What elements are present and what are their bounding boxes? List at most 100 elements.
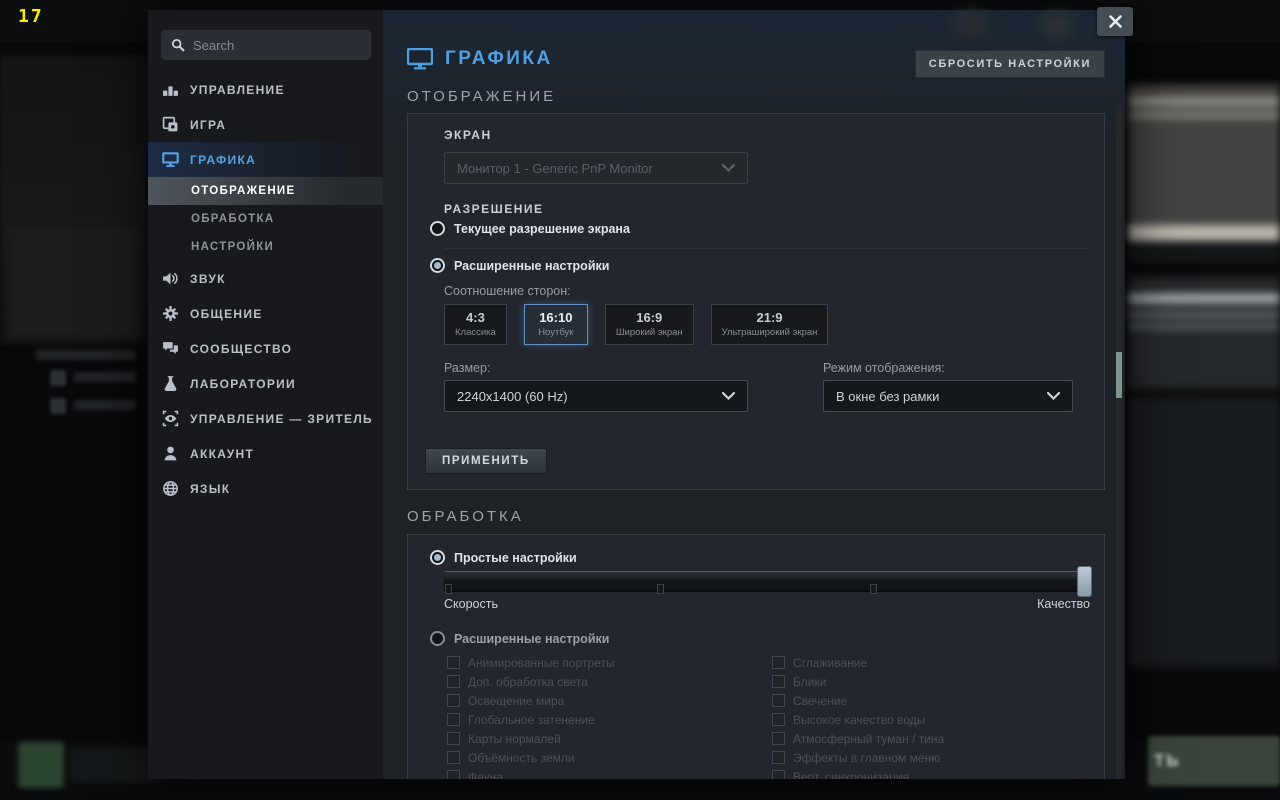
sidebar-item-labs[interactable]: ЛАБОРАТОРИИ xyxy=(148,366,383,401)
aspect-21-9-button[interactable]: 21:9 Ультраширокий экран xyxy=(711,304,829,345)
radio-circle xyxy=(430,550,445,565)
checkbox-specular[interactable]: Блики xyxy=(772,672,944,691)
checkbox-animated-portraits[interactable]: Анимированные портреты xyxy=(447,653,615,672)
apply-button[interactable]: ПРИМЕНИТЬ xyxy=(425,448,547,474)
screen-label: ЭКРАН xyxy=(444,128,492,142)
display-mode-select[interactable]: В окне без рамки xyxy=(823,380,1073,412)
slider-tick xyxy=(445,584,452,594)
sidebar-subitem-label: НАСТРОЙКИ xyxy=(191,241,274,253)
checkbox-box xyxy=(772,675,785,688)
background-hero-card xyxy=(8,228,140,338)
background-list-row xyxy=(74,372,136,382)
chevron-down-icon xyxy=(722,392,735,400)
quality-slider[interactable] xyxy=(444,571,1090,592)
play-button-label: ТЬ xyxy=(1154,751,1181,771)
sidebar-subitem-label: ОТОБРАЖЕНИЕ xyxy=(191,185,295,197)
sidebar-item-game[interactable]: ИГРА xyxy=(148,107,383,142)
search-input[interactable] xyxy=(193,38,369,53)
radio-advanced-settings[interactable]: Расширенные настройки xyxy=(430,631,609,646)
aspect-16-9-button[interactable]: 16:9 Широкий экран xyxy=(605,304,694,345)
checkbox-ground-parallax[interactable]: Объёмность земли xyxy=(447,748,615,767)
background-news-banner xyxy=(1128,225,1280,241)
checkbox-box xyxy=(772,713,785,726)
radio-circle xyxy=(430,631,445,646)
sidebar-subitem-display[interactable]: ОТОБРАЖЕНИЕ xyxy=(148,177,383,205)
sidebar-item-language[interactable]: ЯЗЫК xyxy=(148,471,383,506)
background-news-card xyxy=(1128,85,1280,225)
checkbox-glow[interactable]: Свечение xyxy=(772,691,944,710)
checkbox-high-quality-water[interactable]: Высокое качество воды xyxy=(772,710,944,729)
sidebar-item-label: АККАУНТ xyxy=(190,447,254,461)
sidebar-item-sound[interactable]: ЗВУК xyxy=(148,261,383,296)
background-news-text xyxy=(1128,293,1280,304)
sidebar-item-label: ИГРА xyxy=(190,118,226,132)
checkbox-main-menu-effects[interactable]: Эффекты в главном меню xyxy=(772,748,944,767)
radio-advanced-resolution[interactable]: Расширенные настройки xyxy=(430,258,609,273)
radio-current-resolution[interactable]: Текущее разрешение экрана xyxy=(430,221,630,236)
sidebar-item-spectator-controls[interactable]: УПРАВЛЕНИЕ — ЗРИТЕЛЬ xyxy=(148,401,383,436)
equalizer-blocks-icon xyxy=(162,81,179,98)
chevron-down-icon xyxy=(1047,392,1060,400)
checkbox-additional-lighting[interactable]: Доп. обработка света xyxy=(447,672,615,691)
radio-label: Текущее разрешение экрана xyxy=(454,222,630,236)
display-section-title: ОТОБРАЖЕНИЕ xyxy=(407,88,556,105)
eye-in-brackets-icon xyxy=(162,410,179,427)
play-button-blurred[interactable]: ТЬ xyxy=(1148,736,1280,786)
size-label: Размер: xyxy=(444,361,490,375)
sidebar-item-label: УПРАВЛЕНИЕ xyxy=(190,83,285,97)
close-button[interactable] xyxy=(1097,7,1133,36)
globe-icon xyxy=(162,480,179,497)
screen: 17 ТЬ xyxy=(0,0,1280,800)
checkbox-box xyxy=(447,751,460,764)
size-select[interactable]: 2240x1400 (60 Hz) xyxy=(444,380,748,412)
sidebar-item-label: ЛАБОРАТОРИИ xyxy=(190,377,296,391)
checkbox-box xyxy=(447,675,460,688)
settings-main-panel: ГРАФИКА СБРОСИТЬ НАСТРОЙКИ ОТОБРАЖЕНИЕ Э… xyxy=(383,10,1125,779)
layered-windows-icon xyxy=(162,116,179,133)
checkbox-ambient-occlusion[interactable]: Глобальное затенение xyxy=(447,710,615,729)
monitor-select: Монитор 1 - Generic PnP Monitor xyxy=(444,152,748,184)
radio-circle xyxy=(430,258,445,273)
radio-simple-settings[interactable]: Простые настройки xyxy=(430,550,577,565)
checkbox-atmospheric-fog[interactable]: Атмосферный туман / тина xyxy=(772,729,944,748)
slider-tick xyxy=(657,584,664,594)
sidebar-subitem-label: ОБРАБОТКА xyxy=(191,213,274,225)
slider-labels: Скорость Качество xyxy=(444,597,1090,611)
checkbox-box xyxy=(772,770,785,779)
sidebar-subitem-processing[interactable]: ОБРАБОТКА xyxy=(148,205,383,233)
display-section: ЭКРАН Монитор 1 - Generic PnP Monitor РА… xyxy=(407,113,1105,490)
background-news-text xyxy=(1128,323,1280,330)
aspect-ratio-buttons: 4:3 Классика 16:10 Ноутбук 16:9 Широкий … xyxy=(444,304,828,345)
sidebar-subitem-options[interactable]: НАСТРОЙКИ xyxy=(148,233,383,261)
sidebar-item-account[interactable]: АККАУНТ xyxy=(148,436,383,471)
checkbox-grass[interactable]: Фауна xyxy=(447,767,615,779)
checkbox-world-lighting[interactable]: Освещение мира xyxy=(447,691,615,710)
search-box[interactable] xyxy=(161,30,371,60)
display-mode-value: В окне без рамки xyxy=(836,389,939,404)
sidebar-item-community[interactable]: СООБЩЕСТВО xyxy=(148,331,383,366)
aspect-4-3-button[interactable]: 4:3 Классика xyxy=(444,304,507,345)
slider-handle[interactable] xyxy=(1077,566,1092,597)
divider xyxy=(444,248,1086,249)
aspect-16-10-button[interactable]: 16:10 Ноутбук xyxy=(524,304,588,345)
settings-dialog: УПРАВЛЕНИЕ ИГРА xyxy=(148,10,1125,779)
reset-settings-button[interactable]: СБРОСИТЬ НАСТРОЙКИ xyxy=(915,50,1105,78)
checkbox-vsync[interactable]: Верт. синхронизация xyxy=(772,767,944,779)
background-player-avatar xyxy=(18,742,64,788)
slider-track[interactable] xyxy=(444,571,1090,592)
sidebar-item-controls[interactable]: УПРАВЛЕНИЕ xyxy=(148,72,383,107)
scrollbar-track[interactable] xyxy=(1116,105,1122,779)
checkbox-box xyxy=(772,656,785,669)
scrollbar-thumb[interactable] xyxy=(1116,352,1122,398)
background-news-text xyxy=(1128,311,1280,318)
checkbox-normal-maps[interactable]: Карты нормалей xyxy=(447,729,615,748)
checkbox-antialiasing[interactable]: Сглаживание xyxy=(772,653,944,672)
slider-tick xyxy=(870,584,877,594)
aspect-ratio-label: Соотношение сторон: xyxy=(444,284,571,298)
flask-icon xyxy=(162,375,179,392)
radio-label: Расширенные настройки xyxy=(454,259,609,273)
sidebar-item-communication[interactable]: ОБЩЕНИЕ xyxy=(148,296,383,331)
sidebar-item-graphics[interactable]: ГРАФИКА xyxy=(148,142,383,177)
settings-sidebar: УПРАВЛЕНИЕ ИГРА xyxy=(148,10,383,779)
sidebar-item-label: ЯЗЫК xyxy=(190,482,230,496)
